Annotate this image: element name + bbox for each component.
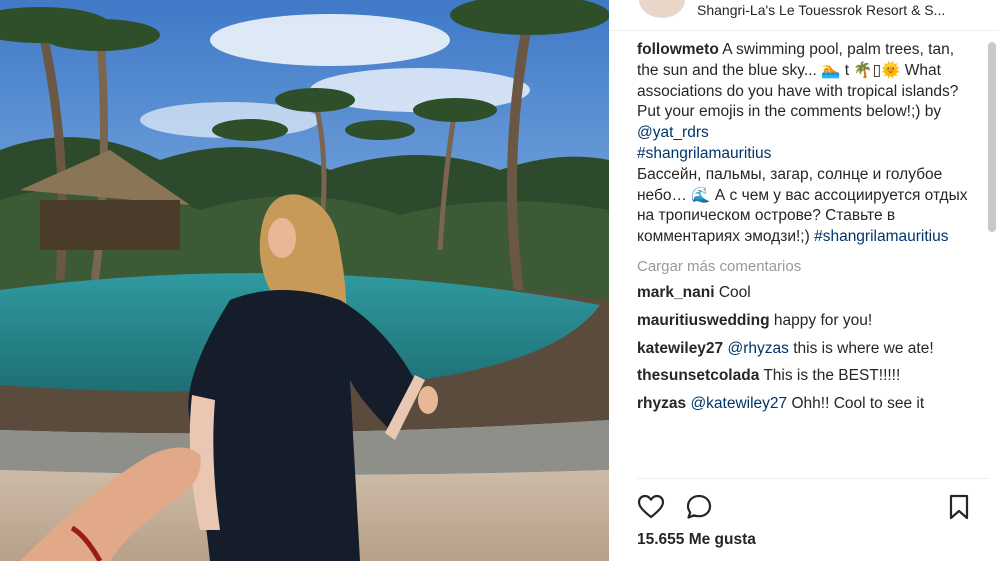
comment-mention[interactable]: @katewiley27	[690, 395, 787, 412]
location-link[interactable]: Shangri-La's Le Touessrok Resort & S...	[697, 2, 977, 18]
comment-button[interactable]	[685, 493, 713, 521]
comment-username[interactable]: rhyzas	[637, 395, 686, 412]
comment-text: This is the BEST!!!!!	[759, 367, 901, 385]
post-photo[interactable]	[0, 0, 609, 561]
comment-text: happy for you!	[769, 311, 873, 329]
divider	[637, 478, 989, 479]
scrollbar-thumb[interactable]	[988, 42, 996, 232]
heart-outline-icon	[637, 494, 665, 519]
post-header: Shangri-La's Le Touessrok Resort & S...	[609, 0, 999, 31]
post-photo-illustration	[0, 0, 609, 561]
comment-text: Ohh!! Cool to see it	[787, 395, 925, 413]
save-button[interactable]	[945, 493, 973, 521]
comment-text: this is where we ate!	[788, 339, 934, 357]
caption-hashtag-ru[interactable]: #shangrilamauritius	[814, 228, 948, 245]
bookmark-icon	[949, 494, 969, 520]
comment-username[interactable]: katewiley27	[637, 340, 723, 357]
caption-hashtag[interactable]: #shangrilamauritius	[637, 145, 771, 162]
comment: rhyzas @katewiley27 Ohh!! Cool to see it	[637, 394, 977, 415]
comment-username[interactable]: mauritiuswedding	[637, 312, 770, 329]
avatar[interactable]	[639, 0, 685, 18]
action-bar	[637, 493, 977, 523]
comment-bubble-icon	[686, 494, 712, 519]
load-more-comments[interactable]: Cargar más comentarios	[637, 258, 977, 275]
comments-scrollbar[interactable]	[986, 36, 998, 476]
comments-section[interactable]: followmeto A swimming pool, palm trees, …	[637, 40, 977, 475]
post-panel: Shangri-La's Le Touessrok Resort & S... …	[609, 0, 999, 561]
caption-mention[interactable]: @yat_rdrs	[637, 124, 709, 141]
comment-username[interactable]: mark_nani	[637, 284, 715, 301]
comment-username[interactable]: thesunsetcolada	[637, 367, 759, 384]
caption: followmeto A swimming pool, palm trees, …	[637, 40, 977, 248]
comment: mark_nani Cool	[637, 283, 977, 304]
comment-mention[interactable]: @rhyzas	[728, 340, 789, 357]
caption-username[interactable]: followmeto	[637, 41, 719, 58]
comment: mauritiuswedding happy for you!	[637, 311, 977, 332]
comment: thesunsetcolada This is the BEST!!!!!	[637, 366, 977, 387]
likes-count[interactable]: 15.655 Me gusta	[637, 531, 756, 549]
comment-text: Cool	[714, 283, 751, 301]
like-button[interactable]	[637, 493, 665, 521]
comment: katewiley27 @rhyzas this is where we ate…	[637, 339, 977, 360]
